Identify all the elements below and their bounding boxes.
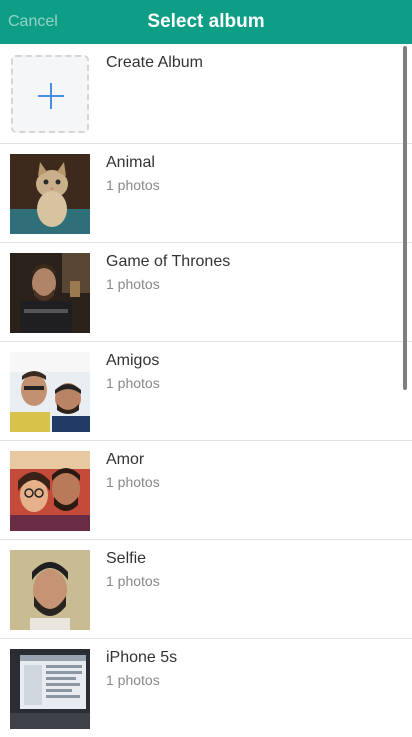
album-name: Amigos xyxy=(106,352,160,369)
album-photo-count: 1 photos xyxy=(106,474,160,490)
album-row[interactable]: Amigos 1 photos xyxy=(0,342,412,441)
page-title: Select album xyxy=(147,11,265,32)
album-thumbnail xyxy=(10,550,90,630)
album-row[interactable]: Selfie 1 photos xyxy=(0,540,412,639)
album-row[interactable]: Amor 1 photos xyxy=(0,441,412,540)
album-list: Create Album Animal 1 photos Game of Thr… xyxy=(0,44,412,737)
album-photo-count: 1 photos xyxy=(106,375,160,391)
create-album-label: Create Album xyxy=(106,54,203,71)
album-row[interactable]: iPhone 5s 1 photos xyxy=(0,639,412,737)
album-name: Game of Thrones xyxy=(106,253,231,270)
album-thumbnail xyxy=(10,352,90,432)
album-photo-count: 1 photos xyxy=(106,177,160,193)
navigation-bar: Cancel Select album xyxy=(0,0,412,44)
create-album-row[interactable]: Create Album xyxy=(0,44,412,144)
album-thumbnail xyxy=(10,253,90,333)
album-photo-count: 1 photos xyxy=(106,672,160,688)
album-thumbnail xyxy=(10,154,90,234)
album-name: Amor xyxy=(106,451,145,468)
create-album-button[interactable] xyxy=(11,55,89,133)
album-name: Selfie xyxy=(106,550,147,567)
album-row[interactable]: Game of Thrones 1 photos xyxy=(0,243,412,342)
album-row[interactable]: Animal 1 photos xyxy=(0,144,412,243)
scrollbar[interactable] xyxy=(403,46,407,390)
album-thumbnail xyxy=(10,451,90,531)
album-thumbnail xyxy=(10,649,90,729)
album-photo-count: 1 photos xyxy=(106,573,160,589)
album-photo-count: 1 photos xyxy=(106,276,160,292)
album-name: Animal xyxy=(106,154,155,171)
album-name: iPhone 5s xyxy=(106,649,178,666)
